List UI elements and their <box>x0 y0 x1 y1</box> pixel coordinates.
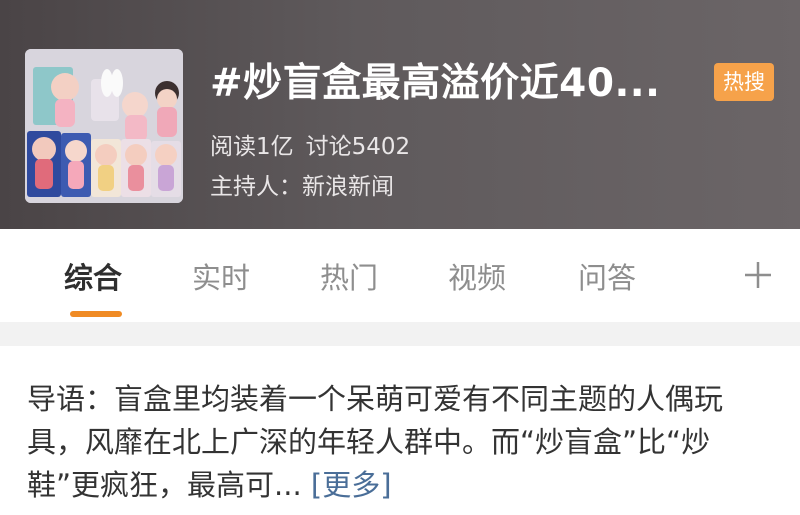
tab-bar: 综合 实时 热门 视频 问答 <box>0 229 800 322</box>
tab-popular[interactable]: 热门 <box>320 258 378 298</box>
more-link[interactable]: [更多] <box>311 468 392 502</box>
read-count: 阅读1亿 <box>210 134 294 160</box>
plus-icon[interactable] <box>742 259 774 291</box>
tab-qa[interactable]: 问答 <box>578 258 636 298</box>
topic-title: #炒盲盒最高溢价近40... <box>210 61 661 106</box>
topic-stats: 阅读1亿 讨论5402 <box>210 131 410 163</box>
topic-intro: 导语：盲盒里均装着一个呆萌可爱有不同主题的人偶玩具，风靡在北上广深的年轻人群中。… <box>27 378 777 507</box>
tab-video[interactable]: 视频 <box>448 258 506 298</box>
topic-header: #炒盲盒最高溢价近40... 热搜 阅读1亿 讨论5402 主持人：新浪新闻 <box>0 0 800 229</box>
tab-comprehensive[interactable]: 综合 <box>64 258 122 298</box>
blind-box-figures-image <box>25 49 183 203</box>
section-divider <box>0 322 800 346</box>
topic-host[interactable]: 主持人：新浪新闻 <box>210 171 394 203</box>
hot-search-badge: 热搜 <box>714 63 774 101</box>
topic-cover-image[interactable] <box>25 49 183 203</box>
discussion-count: 讨论5402 <box>305 134 411 160</box>
tab-realtime[interactable]: 实时 <box>192 258 250 298</box>
active-tab-indicator <box>70 311 122 317</box>
